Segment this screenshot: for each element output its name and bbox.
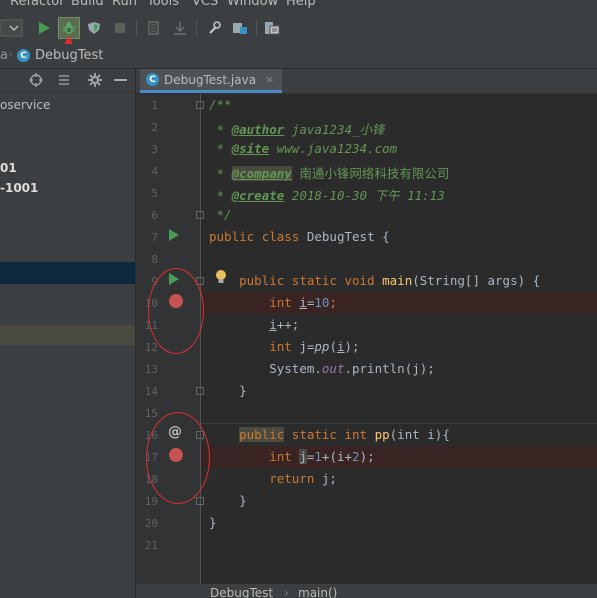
code-line: /**	[209, 97, 232, 112]
project-structure-button[interactable]	[230, 18, 250, 38]
menu-window[interactable]: Window	[227, 0, 278, 9]
menu-refactor[interactable]: Refactor	[10, 0, 65, 9]
minimize-icon[interactable]	[114, 79, 128, 83]
code-line: public static int pp(int i){	[239, 427, 450, 442]
chevron-down-icon	[0, 19, 23, 37]
line-number: 14	[144, 385, 158, 398]
coverage-button[interactable]	[84, 18, 104, 38]
code-line: }	[209, 493, 247, 508]
line-number: 7	[151, 231, 158, 244]
fold-icon[interactable]	[196, 497, 204, 505]
code-line: */	[209, 207, 232, 222]
chevron-right-icon: ›	[8, 47, 14, 62]
build-button[interactable]	[144, 18, 164, 38]
build-icon	[148, 21, 159, 35]
line-number: 8	[151, 253, 158, 266]
run-button[interactable]	[34, 18, 54, 38]
code-line: public class DebugTest {	[209, 229, 390, 244]
line-number: 2	[151, 121, 158, 134]
chevron-right-icon: ›	[284, 586, 289, 598]
line-number: 21	[144, 539, 158, 552]
line-number: 19	[144, 495, 158, 508]
breadcrumb-prefix[interactable]: a	[0, 48, 8, 63]
settings-button[interactable]	[204, 18, 224, 38]
editor-breadcrumb-bar: DebugTest › main()	[136, 584, 597, 598]
line-number: 1	[151, 99, 158, 112]
code-line: return j;	[269, 471, 337, 486]
menu-help[interactable]: Help	[286, 0, 316, 9]
code-line: public static void main(String[] args) {	[239, 273, 541, 288]
terminal-button[interactable]	[262, 18, 282, 38]
tab-label: DebugTest.java	[164, 72, 257, 87]
database-icon	[265, 22, 280, 35]
project-structure-icon	[233, 23, 247, 34]
menu-run[interactable]: Run	[112, 0, 137, 9]
annotation-ellipse	[146, 412, 210, 504]
editor-tab-bar: C DebugTest.java ×	[136, 69, 597, 94]
gear-icon[interactable]	[87, 72, 103, 88]
project-item-1[interactable]: 01	[0, 161, 17, 175]
code-line: }	[209, 383, 247, 398]
code-line-breakpoint: int i=10;	[201, 292, 597, 314]
project-highlight-row[interactable]	[0, 325, 135, 345]
status-crumb-method[interactable]: main()	[298, 586, 337, 598]
line-number: 13	[144, 363, 158, 376]
code-line: * @create 2018-10-30 下午 11:13	[209, 188, 445, 203]
fold-icon[interactable]	[196, 211, 204, 219]
close-icon[interactable]: ×	[265, 73, 274, 86]
project-panel: oservice 01 -1001	[0, 69, 136, 598]
code-line: * @company 南通小锋网络科技有限公司	[209, 166, 450, 181]
run-config-dropdown[interactable]	[0, 18, 26, 38]
menu-vcs[interactable]: VCS	[192, 0, 218, 9]
menu-build[interactable]: Build	[71, 0, 104, 9]
line-number: 4	[151, 165, 158, 178]
class-icon: C	[146, 73, 159, 86]
project-selected-row[interactable]	[0, 262, 135, 284]
collapse-all-icon[interactable]	[57, 73, 71, 87]
fold-icon[interactable]	[196, 101, 204, 109]
project-item-service[interactable]: oservice	[0, 98, 50, 112]
run-class-icon[interactable]	[169, 229, 179, 241]
line-number: 5	[151, 187, 158, 200]
main-toolbar	[0, 11, 597, 122]
stop-icon	[115, 23, 125, 33]
code-line: * @author java1234_小锋	[209, 122, 385, 137]
download-icon	[174, 22, 186, 35]
line-number: 15	[144, 407, 158, 420]
line-number: 12	[144, 341, 158, 354]
breadcrumb-file[interactable]: DebugTest	[35, 48, 103, 63]
tab-debugtest[interactable]: C DebugTest.java ×	[140, 69, 283, 93]
line-number: 20	[144, 517, 158, 530]
menu-tools[interactable]: Tools	[147, 0, 179, 9]
project-panel-header	[0, 69, 135, 92]
code-line-breakpoint: int j=1+(i+2);	[201, 446, 597, 468]
status-crumb-class[interactable]: DebugTest	[210, 586, 273, 598]
stop-button[interactable]	[110, 18, 130, 38]
lightbulb-icon[interactable]	[215, 269, 227, 285]
menu-bar: Refactor Build Run Tools VCS Window Help	[0, 0, 597, 11]
code-line: int j=pp(i);	[269, 339, 360, 354]
code-editor[interactable]: /** * @author java1234_小锋 * @site www.ja…	[200, 94, 597, 584]
class-icon: C	[17, 49, 30, 62]
annotation-ellipse	[148, 268, 204, 354]
code-line: * @site www.java1234.com	[209, 141, 398, 156]
run-icon	[39, 22, 50, 34]
code-line: i++;	[269, 317, 300, 332]
line-number: 6	[151, 209, 158, 222]
line-number: 3	[151, 143, 158, 156]
breadcrumb: a › C DebugTest	[0, 44, 597, 69]
code-line: System.out.println(j);	[269, 361, 435, 376]
crosshair-icon[interactable]	[29, 73, 43, 87]
shield-icon	[88, 22, 100, 34]
fold-icon[interactable]	[196, 387, 204, 395]
code-line: }	[209, 515, 217, 530]
wrench-icon	[209, 21, 221, 34]
download-button[interactable]	[170, 18, 190, 38]
project-item-2[interactable]: -1001	[0, 181, 38, 195]
